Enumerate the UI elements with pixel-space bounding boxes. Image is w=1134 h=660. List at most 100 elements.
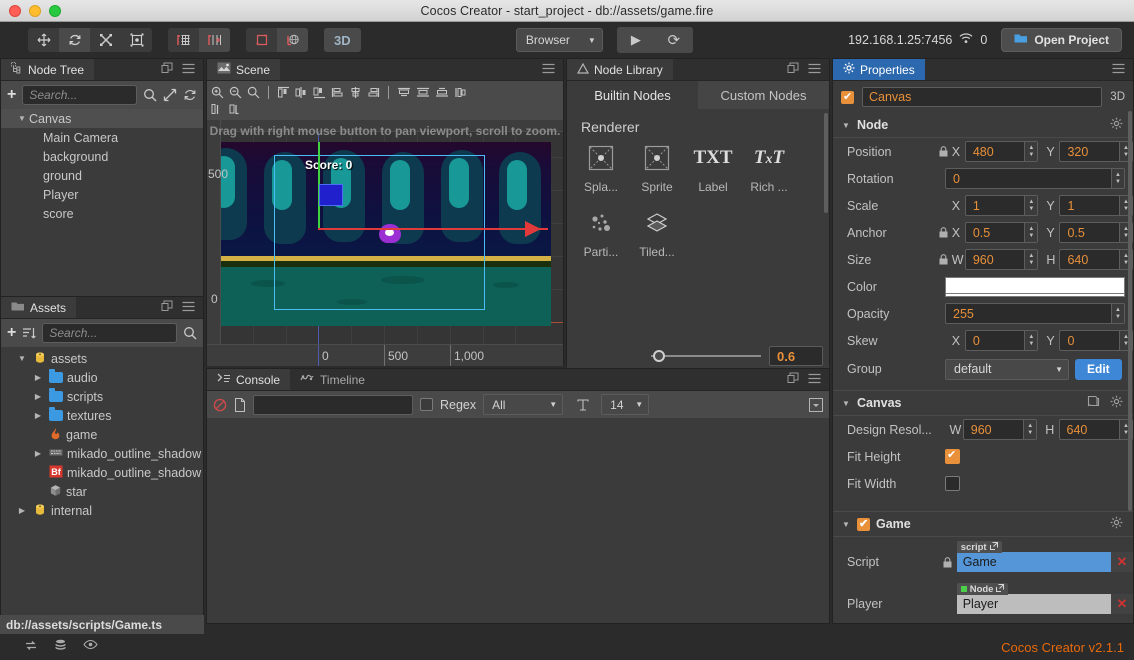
asset-item-assets[interactable]: ▼ assets: [1, 349, 203, 368]
size-h-field[interactable]: 640 ▲ ▼: [1059, 249, 1133, 270]
asset-item-game[interactable]: ▶ game: [1, 425, 203, 444]
play-button[interactable]: ▶: [617, 27, 655, 53]
asset-item-scripts[interactable]: ▶ scripts: [1, 387, 203, 406]
sync-icon[interactable]: [24, 639, 38, 655]
properties-scrollbar[interactable]: [1128, 111, 1132, 511]
node-library-zoom-value[interactable]: 0.6: [769, 346, 823, 366]
group-select[interactable]: default ▼: [945, 358, 1069, 380]
node-library-zoom-slider[interactable]: [651, 349, 761, 363]
align-v-center-icon[interactable]: [416, 86, 430, 99]
search-icon[interactable]: [143, 88, 157, 102]
chevron-down-icon[interactable]: ▼: [841, 399, 851, 408]
anchor-x-field[interactable]: 0.5 ▲ ▼: [964, 222, 1039, 243]
player-node-field[interactable]: Node Player ✕: [956, 583, 1133, 614]
align-h-center-icon[interactable]: [295, 86, 308, 99]
database-icon[interactable]: [54, 639, 67, 655]
open-project-button[interactable]: Open Project: [1001, 28, 1123, 52]
skew-x-field[interactable]: 0 ▲ ▼: [964, 330, 1039, 351]
hamburger-icon[interactable]: [808, 373, 821, 387]
clear-icon[interactable]: [213, 398, 227, 412]
design-h-field[interactable]: 640 ▲ ▼: [1058, 419, 1133, 440]
fit-height-checkbox[interactable]: [945, 448, 960, 464]
lock-icon[interactable]: [943, 556, 957, 568]
design-w-field[interactable]: 960 ▲ ▼: [962, 419, 1038, 440]
align-top-icon[interactable]: [397, 86, 411, 99]
remove-icon[interactable]: ✕: [1111, 552, 1133, 572]
chevron-right-icon[interactable]: ▶: [31, 411, 45, 420]
gizmo-x-arrow[interactable]: [525, 221, 541, 237]
global-coord-tool-button[interactable]: [277, 28, 308, 52]
chevron-right-icon[interactable]: ▶: [31, 449, 45, 458]
book-icon[interactable]: [1087, 395, 1100, 411]
chevron-right-icon[interactable]: ▶: [15, 506, 29, 515]
canvas-selection-rect[interactable]: [274, 155, 485, 310]
align-bottom-icon[interactable]: [435, 86, 449, 99]
add-node-button[interactable]: +: [7, 86, 16, 104]
float-panel-icon[interactable]: [161, 300, 173, 315]
chevron-right-icon[interactable]: ▶: [31, 373, 45, 382]
external-link-icon[interactable]: [996, 583, 1005, 595]
search-icon[interactable]: [183, 326, 197, 340]
align-left-icon[interactable]: [277, 86, 290, 99]
dist-v-center-icon[interactable]: [211, 103, 224, 116]
script-asset-value[interactable]: Game: [956, 552, 1111, 572]
snap-point-tool-button[interactable]: [199, 28, 230, 52]
stepper[interactable]: ▲ ▼: [1023, 420, 1037, 439]
stepper[interactable]: ▲ ▼: [1024, 331, 1038, 350]
gizmo-rect-handle[interactable]: [319, 184, 343, 206]
rect-transform-tool-button[interactable]: [121, 28, 152, 52]
chevron-down-icon[interactable]: ▼: [15, 114, 29, 123]
position-y-field[interactable]: 320 ▲ ▼: [1059, 141, 1133, 162]
game-component-enabled-checkbox[interactable]: [857, 517, 870, 531]
stepper[interactable]: ▲ ▼: [1024, 142, 1038, 161]
library-item-tiledmap[interactable]: Tiled...: [629, 206, 685, 259]
library-item-sprite[interactable]: Sprite: [629, 141, 685, 194]
tab-console[interactable]: Console: [207, 369, 291, 390]
3d-toggle-button[interactable]: 3D: [324, 28, 361, 52]
stepper[interactable]: ▲ ▼: [1111, 169, 1124, 188]
hamburger-icon[interactable]: [808, 63, 821, 77]
tree-item-main-camera[interactable]: Main Camera: [1, 128, 203, 147]
lock-icon[interactable]: [939, 146, 952, 157]
asset-item-mikado-font-atlas[interactable]: ▶ mikado_outline_shadow: [1, 444, 203, 463]
node-search-input[interactable]: [29, 88, 130, 102]
library-item-sprite-splash[interactable]: Spla...: [573, 141, 629, 194]
asset-item-internal[interactable]: ▶ internal: [1, 501, 203, 520]
stepper[interactable]: ▲ ▼: [1024, 250, 1038, 269]
move-tool-button[interactable]: [28, 28, 59, 52]
group-edit-button[interactable]: Edit: [1075, 358, 1122, 380]
node-library-scrollbar[interactable]: [824, 113, 828, 213]
asset-item-audio[interactable]: ▶ audio: [1, 368, 203, 387]
expand-icon[interactable]: [163, 88, 177, 102]
player-node-value[interactable]: Player: [956, 594, 1111, 614]
tab-assets[interactable]: Assets: [1, 297, 77, 318]
tree-item-ground[interactable]: ground: [1, 166, 203, 185]
scene-viewport[interactable]: Score: 0 Drag with right mouse button to…: [207, 120, 563, 366]
zoom-slider-knob[interactable]: [653, 350, 665, 362]
align-right-icon[interactable]: [313, 86, 326, 99]
gizmo-x-axis[interactable]: [318, 228, 548, 230]
pivot-tool-button[interactable]: [246, 28, 277, 52]
stepper[interactable]: ▲ ▼: [1024, 196, 1038, 215]
lock-icon[interactable]: [939, 254, 952, 265]
dist-top-icon[interactable]: [454, 86, 467, 99]
float-panel-icon[interactable]: [161, 62, 173, 77]
refresh-icon[interactable]: [183, 88, 197, 102]
float-panel-icon[interactable]: [787, 372, 799, 387]
zoom-out-icon[interactable]: [229, 86, 242, 99]
snap-grid-tool-button[interactable]: [168, 28, 199, 52]
tab-custom-nodes[interactable]: Custom Nodes: [698, 81, 829, 109]
add-asset-button[interactable]: +: [7, 324, 16, 342]
section-header-canvas[interactable]: ▼ Canvas: [833, 390, 1133, 416]
rotate-tool-button[interactable]: [59, 28, 90, 52]
opacity-field[interactable]: 255 ▲ ▼: [945, 303, 1125, 324]
console-level-filter[interactable]: All ▼: [483, 394, 564, 415]
tree-item-player[interactable]: Player: [1, 185, 203, 204]
gear-icon[interactable]: [1110, 117, 1123, 133]
library-item-richtext[interactable]: TxT Rich ...: [741, 141, 797, 194]
hamburger-icon[interactable]: [182, 301, 195, 315]
sort-icon[interactable]: [22, 326, 37, 340]
console-filter-input[interactable]: [253, 394, 413, 415]
refresh-preview-button[interactable]: ⟳: [655, 27, 693, 53]
script-asset-field[interactable]: script Game ✕: [956, 541, 1133, 572]
